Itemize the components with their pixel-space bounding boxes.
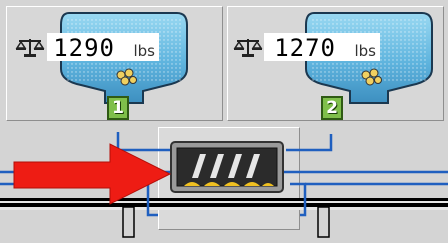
hopper-badge-1: 1 <box>107 96 129 120</box>
flow-arrow-icon <box>13 143 172 205</box>
process-screen: 1290 lbs 1270 lbs 1 2 <box>0 0 448 243</box>
piping-diagram <box>0 132 448 238</box>
mixer-icon[interactable] <box>170 141 284 193</box>
conveyor-rail <box>0 198 448 238</box>
hopper-badge-2: 2 <box>321 96 343 120</box>
